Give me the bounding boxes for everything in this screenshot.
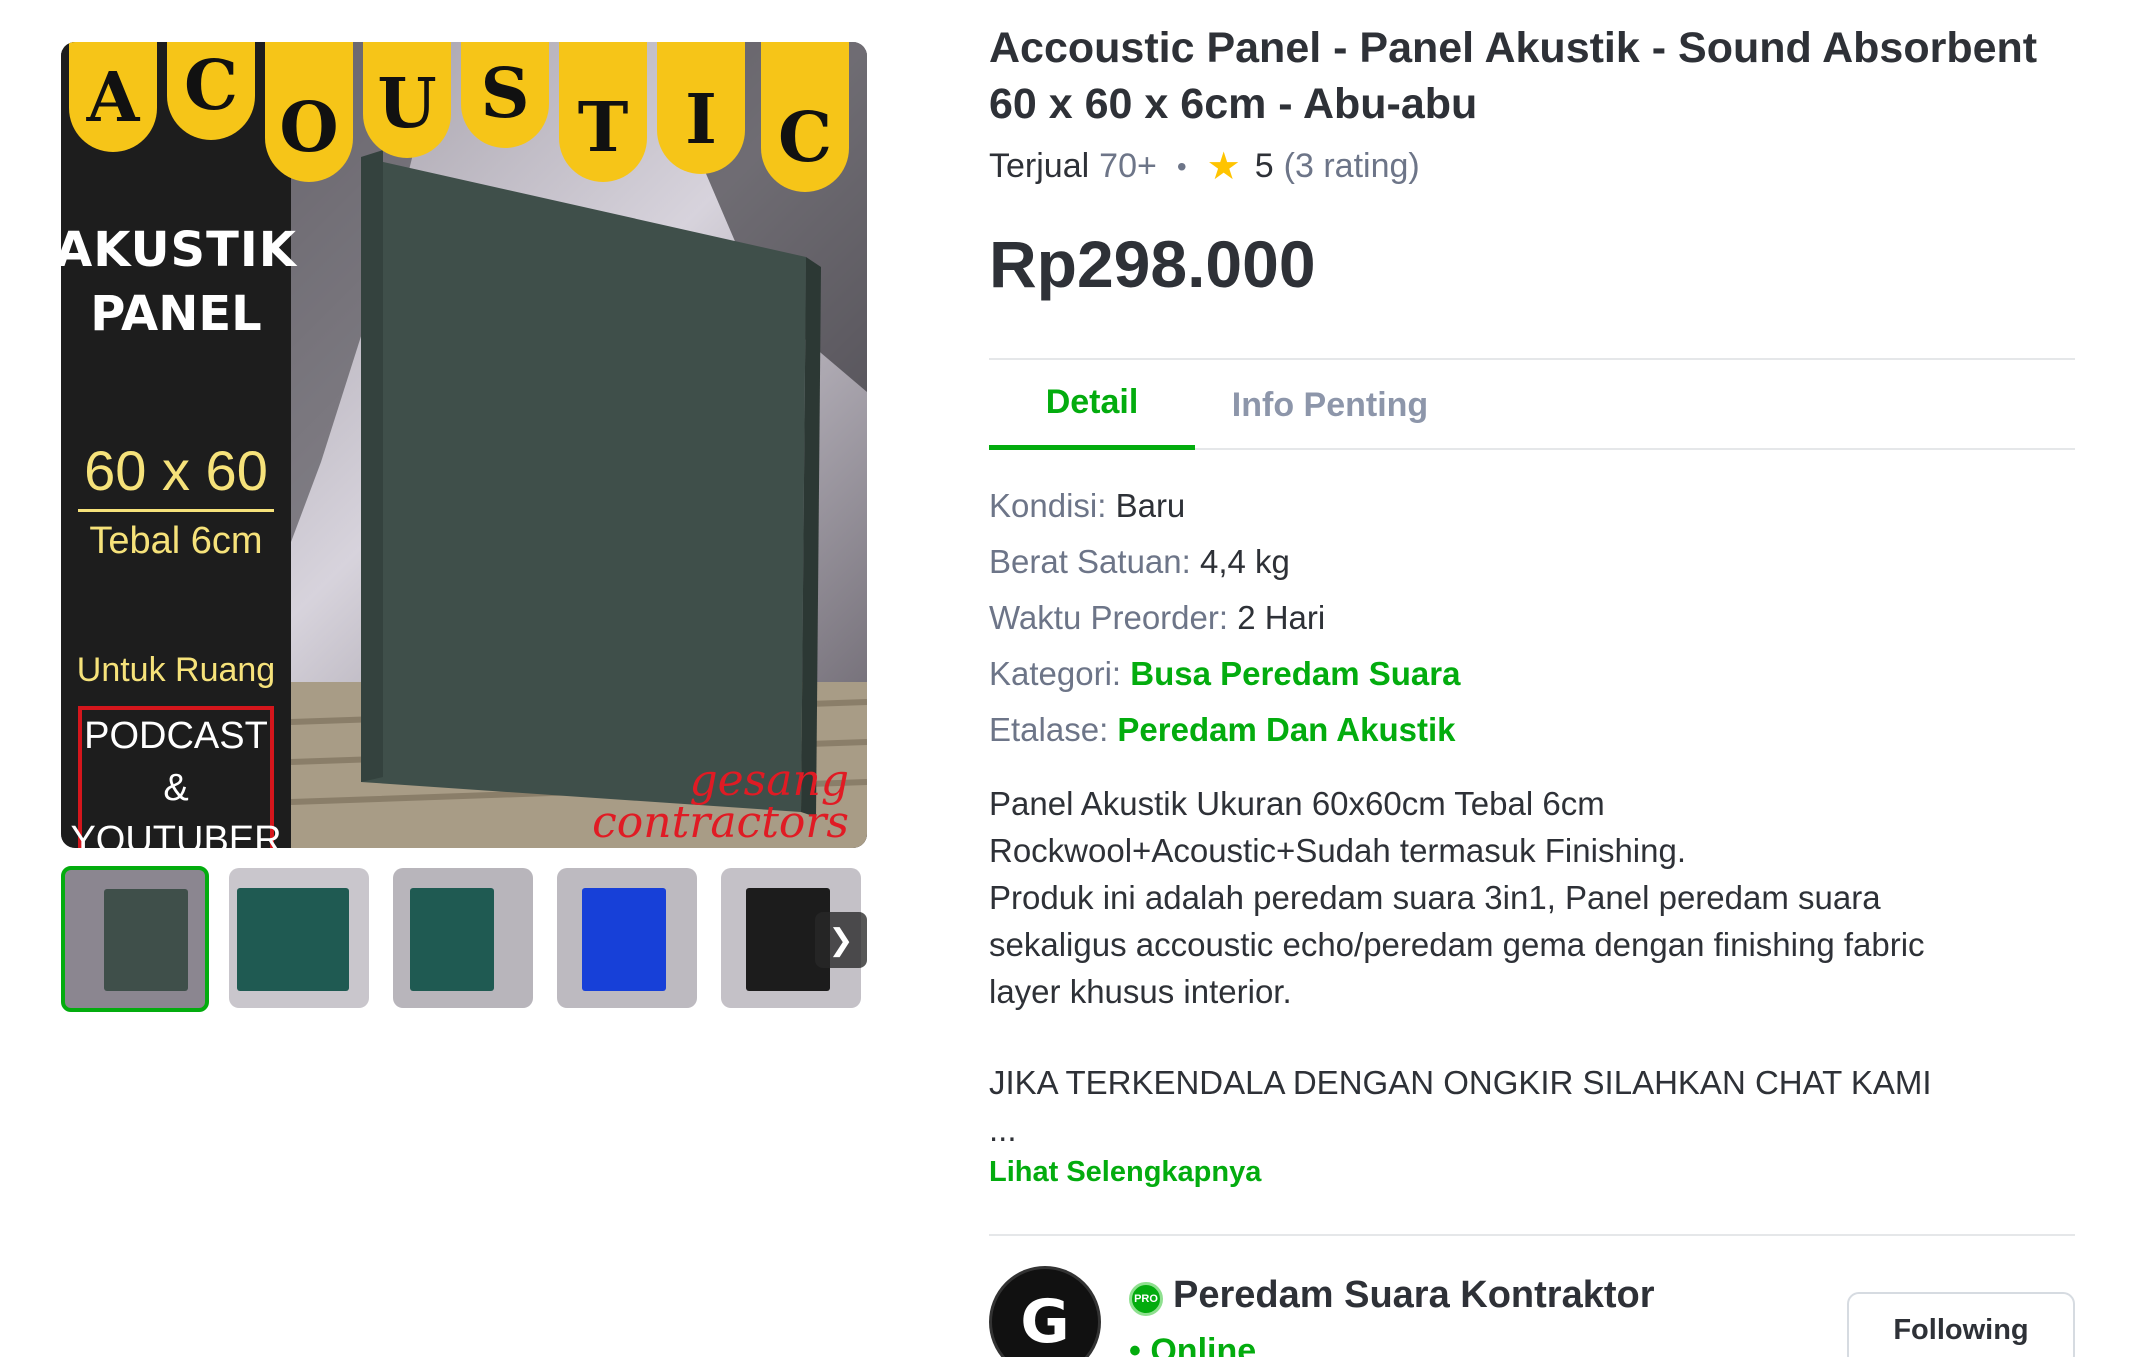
- product-description: Panel Akustik Ukuran 60x60cm Tebal 6cm R…: [989, 780, 2075, 1153]
- thickness-text: Tebal 6cm: [89, 520, 263, 562]
- description-ellipsis: ...: [989, 1111, 1017, 1148]
- description-line: sekaligus accoustic echo/peredam gema de…: [989, 926, 1925, 963]
- acoustic-banner: A C O U S T I C: [61, 42, 867, 192]
- banner-letter: S: [461, 42, 549, 148]
- description-line: JIKA TERKENDALA DENGAN ONGKIR SILAHKAN C…: [989, 1064, 1932, 1101]
- banner-letter: U: [363, 42, 451, 158]
- thumbnail-panel: [409, 887, 494, 992]
- thumbnail-panel: [237, 887, 350, 992]
- box-line: YOUTUBER: [70, 819, 282, 848]
- untuk-ruang-text: Untuk Ruang: [76, 651, 276, 689]
- description-line: Produk ini adalah peredam suara 3in1, Pa…: [989, 879, 1881, 916]
- box-line: PODCAST: [84, 715, 268, 757]
- online-status: • Online: [1129, 1332, 1257, 1357]
- brand-line: gesang: [689, 755, 849, 806]
- size-text: 60 x 60: [78, 438, 274, 512]
- thumbnail-panel: [582, 887, 667, 992]
- spec-kategori: Kategori: Busa Peredam Suara: [989, 646, 1460, 702]
- sold-count: 70+: [1099, 147, 1157, 185]
- rating-count[interactable]: (3 rating): [1284, 147, 1420, 186]
- product-specs: Kondisi: Baru Berat Satuan: 4,4 kg Waktu…: [989, 478, 1460, 758]
- description-line: layer khusus interior.: [989, 973, 1292, 1010]
- tab-info-penting[interactable]: Info Penting: [1195, 360, 1465, 450]
- divider: [989, 1234, 2075, 1236]
- box-line: &: [163, 767, 189, 809]
- thumbnail-strip: ❯: [61, 866, 867, 1012]
- banner-letter: C: [761, 42, 849, 192]
- shop-avatar[interactable]: G: [989, 1266, 1101, 1357]
- product-price: Rp298.000: [989, 227, 1316, 301]
- thumbnail-2[interactable]: [229, 868, 369, 1008]
- etalase-link[interactable]: Peredam Dan Akustik: [1117, 711, 1455, 748]
- spec-value: 2 Hari: [1237, 599, 1326, 636]
- banner-letter: O: [265, 42, 353, 182]
- spec-value: 4,4 kg: [1199, 543, 1290, 580]
- brand-watermark: gesang contractors: [592, 755, 849, 848]
- akustik-text: AKUSTIK: [61, 222, 297, 278]
- kategori-link[interactable]: Busa Peredam Suara: [1130, 655, 1460, 692]
- spec-label: Waktu Preorder:: [989, 599, 1229, 636]
- sold-label: Terjual: [989, 147, 1090, 185]
- spec-kondisi: Kondisi: Baru: [989, 478, 1460, 534]
- sales-rating-row: Terjual 70+ • ★ 5 (3 rating): [989, 144, 1420, 189]
- image-side-caption: AKUSTIK PANEL 60 x 60 Tebal 6cm Untuk Ru…: [61, 182, 296, 848]
- info-tabs: Detail Info Penting: [989, 358, 2075, 450]
- thumbnail-3[interactable]: [393, 868, 533, 1008]
- spec-etalase: Etalase: Peredam Dan Akustik: [989, 702, 1460, 758]
- separator-dot: •: [1176, 150, 1187, 182]
- shop-name[interactable]: Peredam Suara Kontraktor: [1173, 1274, 1655, 1317]
- spec-label: Kondisi:: [989, 487, 1107, 524]
- star-icon: ★: [1206, 146, 1241, 188]
- banner-letter: A: [69, 42, 157, 152]
- thumbnail-panel: [104, 889, 189, 992]
- pro-badge-icon: PRO: [1129, 1282, 1163, 1316]
- podcast-youtuber-box: PODCAST & YOUTUBER: [70, 706, 282, 848]
- thumbnail-4[interactable]: [557, 868, 697, 1008]
- brand-line: contractors: [592, 797, 849, 848]
- spec-label: Berat Satuan:: [989, 543, 1191, 580]
- spec-label: Etalase:: [989, 711, 1109, 748]
- spec-berat: Berat Satuan: 4,4 kg: [989, 534, 1460, 590]
- spec-label: Kategori:: [989, 655, 1122, 692]
- banner-letter: T: [559, 42, 647, 182]
- banner-letter: C: [167, 42, 255, 140]
- tab-detail[interactable]: Detail: [989, 360, 1195, 450]
- description-line: Panel Akustik Ukuran 60x60cm Tebal 6cm: [989, 785, 1605, 822]
- description-gap: [989, 1015, 2075, 1059]
- description-line: Rockwool+Acoustic+Sudah termasuk Finishi…: [989, 832, 1687, 869]
- spec-preorder: Waktu Preorder: 2 Hari: [989, 590, 1460, 646]
- following-button[interactable]: Following: [1847, 1292, 2075, 1357]
- banner-letter: I: [657, 42, 745, 174]
- seller-card: G PRO Peredam Suara Kontraktor • Online …: [989, 1266, 2075, 1357]
- chevron-right-icon[interactable]: ❯: [815, 912, 867, 968]
- thumbnail-1[interactable]: [61, 866, 209, 1012]
- product-title: Accoustic Panel - Panel Akustik - Sound …: [989, 24, 2038, 128]
- panel-text: PANEL: [90, 286, 262, 342]
- product-main-image[interactable]: A C O U S T I C AKUSTIK PANEL 60 x 60 Te…: [61, 42, 867, 848]
- see-more-link[interactable]: Lihat Selengkapnya: [989, 1156, 1261, 1189]
- spec-value: Baru: [1115, 487, 1186, 524]
- rating-value[interactable]: 5: [1255, 147, 1274, 186]
